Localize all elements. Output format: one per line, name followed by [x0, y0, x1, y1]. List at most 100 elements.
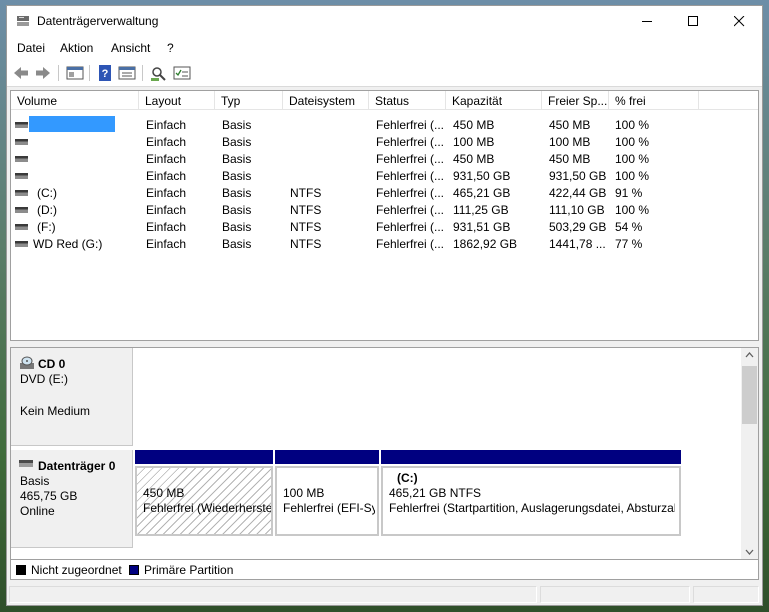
- column-header-free-space[interactable]: Freier Sp...: [542, 91, 609, 110]
- cell-capacity: 931,51 GB: [453, 220, 511, 234]
- volume-list: Volume Layout Typ Dateisystem Status Kap…: [10, 90, 759, 341]
- partition-efi[interactable]: 100 MB Fehlerfrei (EFI-Sys: [275, 450, 379, 536]
- partition-recovery[interactable]: 450 MB Fehlerfrei (Wiederherste: [135, 450, 273, 536]
- svg-text:?: ?: [102, 68, 109, 80]
- table-row[interactable]: Einfach Basis Fehlerfrei (... 931,50 GB 931,…: [11, 167, 758, 184]
- column-header-status[interactable]: Status: [369, 91, 446, 110]
- cell-type: Basis: [222, 118, 252, 132]
- table-row[interactable]: WD Red (G:) Einfach Basis NTFS Fehlerfrei (.…: [11, 235, 758, 252]
- table-row[interactable]: (D:) Einfach Basis NTFS Fehlerfrei (... 111,2…: [11, 201, 758, 218]
- scroll-down-icon[interactable]: [745, 549, 754, 555]
- table-row[interactable]: Einfach Basis Fehlerfrei (... 100 MB 100 MB 1…: [11, 133, 758, 150]
- table-row[interactable]: (C:) Einfach Basis NTFS Fehlerfrei (... 465,2…: [11, 184, 758, 201]
- cell-percent-free: 100 %: [615, 203, 650, 217]
- menu-aktion[interactable]: Aktion: [60, 41, 93, 55]
- cell-capacity: 1862,92 GB: [453, 237, 518, 251]
- menu-bar: Datei Aktion Ansicht ?: [7, 37, 762, 59]
- partition-size: 465,21 GB NTFS: [389, 486, 482, 500]
- column-header-percent-free[interactable]: % frei: [609, 91, 699, 110]
- disk-list-icon[interactable]: [172, 64, 192, 82]
- maximize-button[interactable]: [670, 6, 716, 37]
- partition-c[interactable]: (C:) 465,21 GB NTFS Fehlerfrei (Startpar…: [381, 450, 681, 536]
- disk-label-cd0[interactable]: CD 0 DVD (E:) Kein Medium: [11, 348, 133, 446]
- help-icon[interactable]: ?: [95, 64, 115, 82]
- cell-percent-free: 100 %: [615, 169, 650, 183]
- cell-percent-free: 91 %: [615, 186, 643, 200]
- cell-type: Basis: [222, 203, 252, 217]
- close-icon: [734, 16, 745, 27]
- status-cell: [693, 586, 759, 603]
- cell-percent-free: 54 %: [615, 220, 643, 234]
- column-header-capacity[interactable]: Kapazität: [446, 91, 542, 110]
- column-header-filesystem[interactable]: Dateisystem: [283, 91, 369, 110]
- disk0-name: Datenträger 0: [38, 459, 116, 473]
- cell-layout: Einfach: [146, 186, 187, 200]
- vertical-scrollbar[interactable]: [741, 348, 758, 559]
- disk0-type: Basis: [20, 474, 50, 488]
- legend-unallocated: Nicht zugeordnet: [31, 563, 122, 577]
- cell-layout: Einfach: [146, 169, 187, 183]
- legend: Nicht zugeordnet Primäre Partition: [10, 560, 759, 580]
- cd0-area[interactable]: [134, 348, 741, 446]
- maximize-icon: [688, 16, 698, 26]
- partition-header-bar: [381, 450, 681, 464]
- close-button[interactable]: [716, 6, 762, 37]
- table-row[interactable]: Einfach Basis Fehlerfrei (... 450 MB 450 MB 1…: [11, 150, 758, 167]
- properties-icon[interactable]: [117, 64, 137, 82]
- rescan-icon[interactable]: [149, 64, 169, 82]
- scrollbar-thumb[interactable]: [742, 366, 757, 424]
- window-title: Datenträgerverwaltung: [37, 14, 159, 28]
- partition-status: Fehlerfrei (EFI-Sys: [283, 501, 375, 515]
- cell-free-space: 422,44 GB: [549, 186, 607, 200]
- cell-type: Basis: [222, 152, 252, 166]
- cell-capacity: 450 MB: [453, 118, 495, 132]
- cell-status: Fehlerfrei (...: [376, 203, 445, 217]
- disk-management-icon: [17, 16, 29, 26]
- partition-body: 100 MB Fehlerfrei (EFI-Sys: [275, 466, 379, 536]
- partition-body: (C:) 465,21 GB NTFS Fehlerfrei (Startpar…: [381, 466, 681, 536]
- title-bar[interactable]: Datenträgerverwaltung: [7, 6, 762, 37]
- back-arrow-icon[interactable]: [11, 64, 31, 82]
- partition-status: Fehlerfrei (Wiederherste: [143, 501, 271, 515]
- menu-help[interactable]: ?: [167, 41, 174, 55]
- partition-status: Fehlerfrei (Startpartition, Auslagerungs…: [389, 501, 675, 515]
- table-row[interactable]: (F:) Einfach Basis NTFS Fehlerfrei (... 931,5…: [11, 218, 758, 235]
- volume-icon: [15, 173, 28, 179]
- volume-icon: [15, 224, 28, 230]
- cell-volume: (C:): [37, 186, 57, 200]
- toolbar-separator: [58, 65, 59, 81]
- scroll-up-icon[interactable]: [745, 352, 754, 358]
- status-bar: [7, 584, 762, 605]
- cell-percent-free: 100 %: [615, 135, 650, 149]
- cell-status: Fehlerfrei (...: [376, 135, 445, 149]
- cell-layout: Einfach: [146, 220, 187, 234]
- cd0-media: Kein Medium: [20, 404, 91, 418]
- console-tree-icon[interactable]: [65, 64, 85, 82]
- table-row[interactable]: Einfach Basis Fehlerfrei (... 450 MB 450 MB 1…: [11, 116, 758, 133]
- column-header-type[interactable]: Typ: [215, 91, 283, 110]
- volume-icon: [15, 156, 28, 162]
- cell-volume: WD Red (G:): [33, 237, 103, 251]
- primary-partition-swatch: [129, 565, 139, 575]
- cell-free-space: 503,29 GB: [549, 220, 607, 234]
- cell-filesystem: NTFS: [290, 186, 322, 200]
- cell-status: Fehlerfrei (...: [376, 169, 445, 183]
- volume-icon: [15, 122, 28, 128]
- disk0-state: Online: [20, 504, 55, 518]
- disk-label-disk0[interactable]: Datenträger 0 Basis 465,75 GB Online: [11, 450, 133, 548]
- cell-capacity: 465,21 GB: [453, 186, 511, 200]
- cell-capacity: 111,25 GB: [453, 203, 509, 217]
- cell-capacity: 450 MB: [453, 152, 495, 166]
- forward-arrow-icon[interactable]: [33, 64, 53, 82]
- minimize-button[interactable]: [624, 6, 670, 37]
- cell-type: Basis: [222, 220, 252, 234]
- column-header-volume[interactable]: Volume: [11, 91, 139, 110]
- list-header: Volume Layout Typ Dateisystem Status Kap…: [11, 91, 758, 110]
- menu-datei[interactable]: Datei: [17, 41, 45, 55]
- column-header-layout[interactable]: Layout: [139, 91, 215, 110]
- cell-type: Basis: [222, 237, 252, 251]
- menu-ansicht[interactable]: Ansicht: [111, 41, 150, 55]
- cell-layout: Einfach: [146, 237, 187, 251]
- disk0-size: 465,75 GB: [20, 489, 78, 503]
- cell-filesystem: NTFS: [290, 237, 322, 251]
